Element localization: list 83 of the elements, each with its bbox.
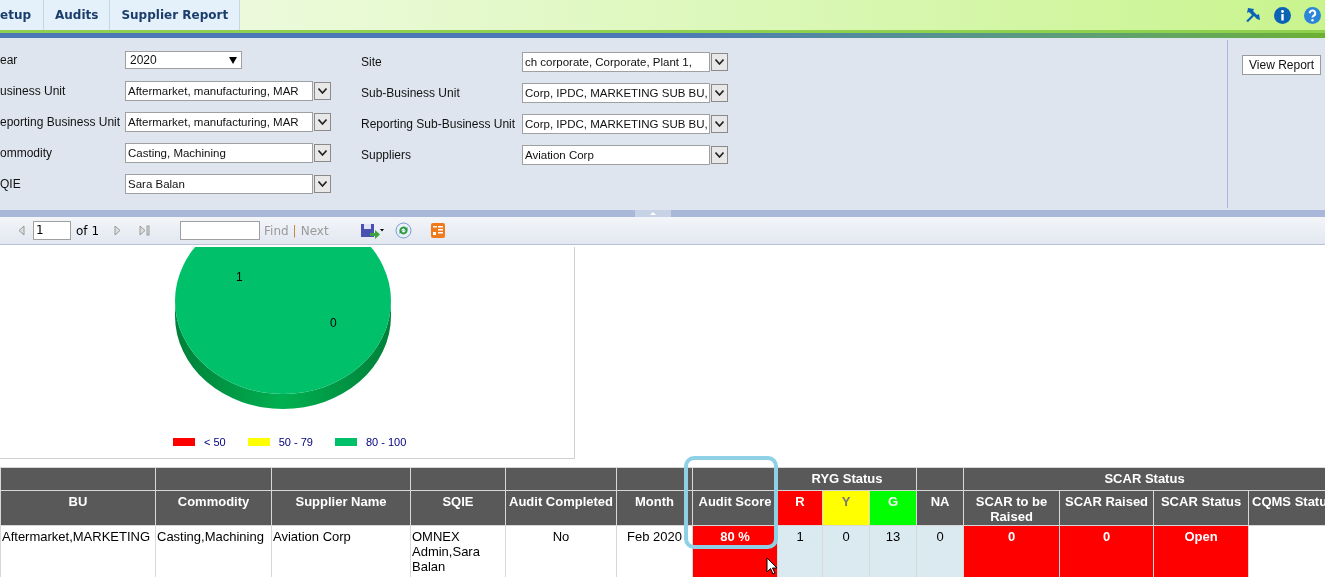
- find-field[interactable]: [180, 221, 260, 240]
- view-report-button[interactable]: View Report: [1242, 55, 1322, 75]
- filter-label: ear: [0, 52, 19, 69]
- year-select[interactable]: 2020: [125, 51, 242, 69]
- table-cell: Aftermarket,MARKETING: [0, 525, 156, 577]
- separator-text: |: [292, 222, 297, 240]
- dropdown-button[interactable]: [711, 146, 728, 164]
- table-cell: Feb 2020: [616, 525, 693, 577]
- legend-label: < 50: [204, 435, 226, 450]
- table-cell: 0: [1059, 525, 1154, 577]
- table-cell: No: [505, 525, 617, 577]
- table-cell: Casting,Machining: [155, 525, 272, 577]
- multiselect-field[interactable]: Aftermarket, manufacturing, MAR: [125, 81, 313, 101]
- mouse-pointer-icon: [766, 557, 778, 575]
- chevron-down-icon: [318, 88, 327, 94]
- help-icon[interactable]: [1304, 6, 1321, 24]
- filter-label: Site: [361, 54, 383, 71]
- chevron-down-icon: [715, 59, 724, 65]
- dropdown-button[interactable]: [711, 53, 728, 71]
- chevron-down-icon: [715, 152, 724, 158]
- filter-label: ommodity: [0, 145, 53, 162]
- column-header: SQIE: [410, 490, 506, 526]
- nav-tab[interactable]: Supplier Report: [110, 0, 241, 30]
- page-number-field[interactable]: 1: [33, 221, 71, 240]
- dropdown-button[interactable]: [314, 82, 331, 100]
- dropdown-button[interactable]: [314, 144, 331, 162]
- filter-label: Reporting Sub-Business Unit: [361, 116, 517, 133]
- column-header: Audit Completed: [505, 490, 617, 526]
- nav-tab[interactable]: Audits: [44, 0, 111, 30]
- info-icon[interactable]: [1274, 6, 1291, 24]
- multiselect-field[interactable]: ch corporate, Corporate, Plant 1,: [522, 52, 710, 72]
- filter-label: eporting Business Unit: [0, 114, 122, 131]
- column-header: BU: [0, 490, 156, 526]
- table-cell: 0: [916, 525, 964, 577]
- table-cell: 1: [777, 525, 823, 577]
- collapse-handle[interactable]: [634, 210, 671, 217]
- filter-label: usiness Unit: [0, 83, 67, 100]
- filter-label: Sub-Business Unit: [361, 85, 461, 102]
- column-header: R: [777, 490, 823, 526]
- filter-label: QIE: [0, 176, 22, 193]
- multiselect-field[interactable]: Aviation Corp: [522, 145, 710, 165]
- legend-label: 80 - 100: [365, 435, 407, 450]
- column-header: Supplier Name: [271, 490, 411, 526]
- column-header: Commodity: [155, 490, 272, 526]
- table-cell: OMNEX Admin,Sara Balan: [410, 525, 506, 577]
- legend-label: 50 - 79: [278, 435, 313, 450]
- chevron-down-icon: [318, 119, 327, 125]
- chevron-down-icon: [715, 121, 724, 127]
- table-cell: 13: [869, 525, 917, 577]
- chevron-down-icon: [715, 90, 724, 96]
- dropdown-arrow-icon: [229, 56, 237, 64]
- column-header: NA: [916, 490, 964, 526]
- table-cell: Aviation Corp: [271, 525, 411, 577]
- nav-tab[interactable]: etup: [0, 0, 44, 30]
- column-header: SCAR to be Raised: [963, 490, 1060, 526]
- multiselect-field[interactable]: Sara Balan: [125, 174, 313, 194]
- pie-value-label: 0: [330, 316, 337, 330]
- table-cell: 0: [822, 525, 870, 577]
- pie-value-label: 1: [236, 270, 243, 284]
- table-cell: 0: [963, 525, 1060, 577]
- table-cell: Open: [1153, 525, 1249, 577]
- export-icon[interactable]: [430, 223, 445, 238]
- refresh-icon[interactable]: [394, 222, 412, 239]
- multiselect-field[interactable]: Corp, IPDC, MARKETING SUB BU,: [522, 83, 710, 103]
- filter-label: Suppliers: [361, 147, 413, 164]
- multiselect-field[interactable]: Aftermarket, manufacturing, MAR: [125, 112, 313, 132]
- chevron-down-icon: [318, 181, 327, 187]
- save-icon[interactable]: [359, 222, 384, 239]
- chevron-down-icon: [318, 150, 327, 156]
- group-header: SCAR Status: [963, 467, 1325, 491]
- dropdown-button[interactable]: [711, 115, 728, 133]
- column-header: SCAR Status: [1153, 490, 1249, 526]
- group-header: RYG Status: [777, 467, 917, 491]
- group-header-blank: [916, 467, 964, 491]
- column-header: G: [869, 490, 917, 526]
- multiselect-field[interactable]: Corp, IPDC, MARKETING SUB BU,: [522, 114, 710, 134]
- dropdown-button[interactable]: [314, 113, 331, 131]
- dropdown-button[interactable]: [314, 175, 331, 193]
- page-count: of 1: [76, 222, 99, 240]
- multiselect-field[interactable]: Casting, Machining: [125, 143, 313, 163]
- column-header: Y: [822, 490, 870, 526]
- column-header: SCAR Raised: [1059, 490, 1154, 526]
- dropdown-button[interactable]: [711, 84, 728, 102]
